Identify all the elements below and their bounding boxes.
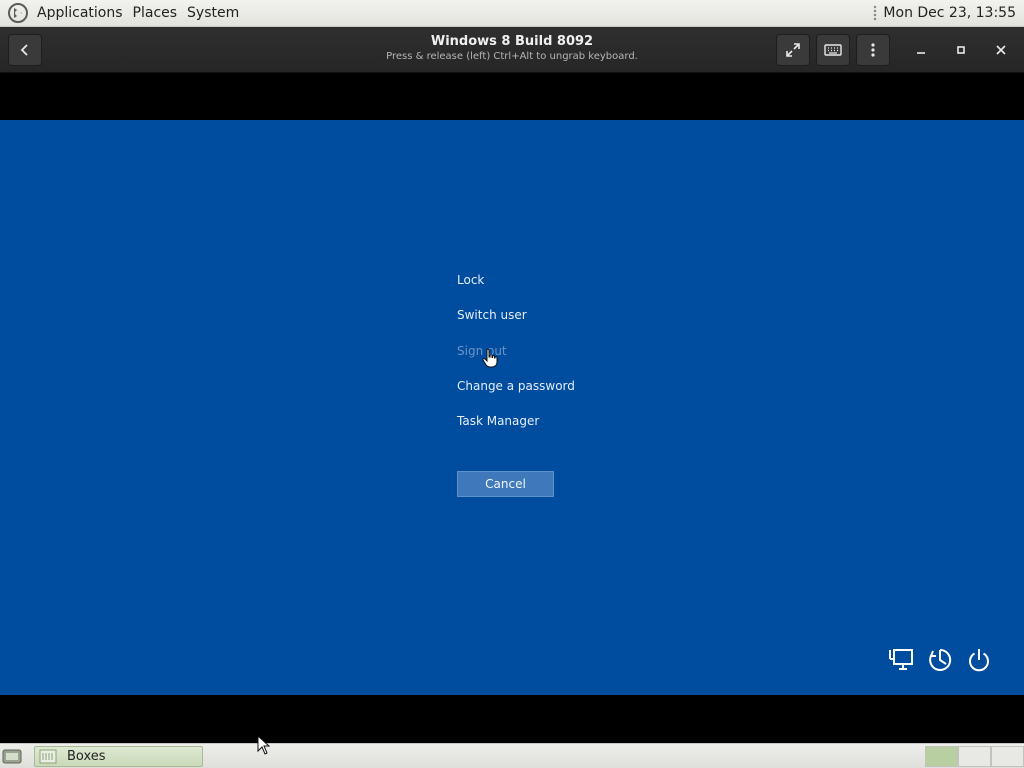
more-menu-icon [871,43,875,57]
power-icon[interactable] [966,647,992,673]
security-options-list: Lock Switch user Sign out Change a passw… [457,272,575,448]
option-task-manager[interactable]: Task Manager [457,413,575,448]
option-switch-user[interactable]: Switch user [457,307,575,342]
option-lock[interactable]: Lock [457,272,575,307]
clock-area: Mon Dec 23, 13:55 [873,5,1024,21]
taskbar-item-label: Boxes [67,749,106,764]
fullscreen-icon [786,43,800,57]
vm-display[interactable]: Lock Switch user Sign out Change a passw… [0,73,1024,743]
mate-logo-icon[interactable] [8,3,28,23]
minimize-button[interactable] [907,36,935,64]
top-panel: Applications Places System Mon Dec 23, 1… [0,0,1024,27]
option-sign-out[interactable]: Sign out [457,343,575,378]
panel-handle [873,5,878,21]
bottom-panel: Boxes [0,743,1024,768]
windows-security-screen: Lock Switch user Sign out Change a passw… [0,120,1024,695]
network-icon[interactable] [888,647,914,673]
minimize-icon [917,52,925,54]
workspace-2[interactable] [958,746,991,767]
keyboard-button[interactable] [816,34,850,66]
applications-menu[interactable]: Applications [32,5,128,21]
places-menu[interactable]: Places [128,5,183,21]
hand-cursor-icon [482,348,498,368]
cancel-button[interactable]: Cancel [457,471,554,497]
fullscreen-button[interactable] [776,34,810,66]
close-button[interactable] [987,36,1015,64]
system-menu[interactable]: System [182,5,244,21]
window-title-box: Windows 8 Build 8092 Press & release (le… [312,34,712,62]
window-title: Windows 8 Build 8092 [430,34,594,49]
taskbar-item-boxes[interactable]: Boxes [34,746,203,767]
option-change-password[interactable]: Change a password [457,378,575,413]
maximize-icon [957,46,965,54]
boxes-app-icon [39,749,57,764]
back-button[interactable] [8,34,42,66]
workspace-1[interactable] [925,746,958,767]
window-subtitle: Press & release (left) Ctrl+Alt to ungra… [386,51,638,62]
workspace-3[interactable] [991,746,1024,767]
more-menu-button[interactable] [856,34,890,66]
maximize-button[interactable] [947,36,975,64]
arrow-cursor-icon [257,735,271,755]
clock[interactable]: Mon Dec 23, 13:55 [883,5,1016,21]
show-desktop-icon[interactable] [2,748,22,765]
keyboard-icon [824,44,842,56]
close-icon [996,45,1006,55]
back-arrow-icon [20,44,28,56]
ease-of-access-icon[interactable] [927,647,953,673]
boxes-headerbar: Windows 8 Build 8092 Press & release (le… [0,27,1024,73]
